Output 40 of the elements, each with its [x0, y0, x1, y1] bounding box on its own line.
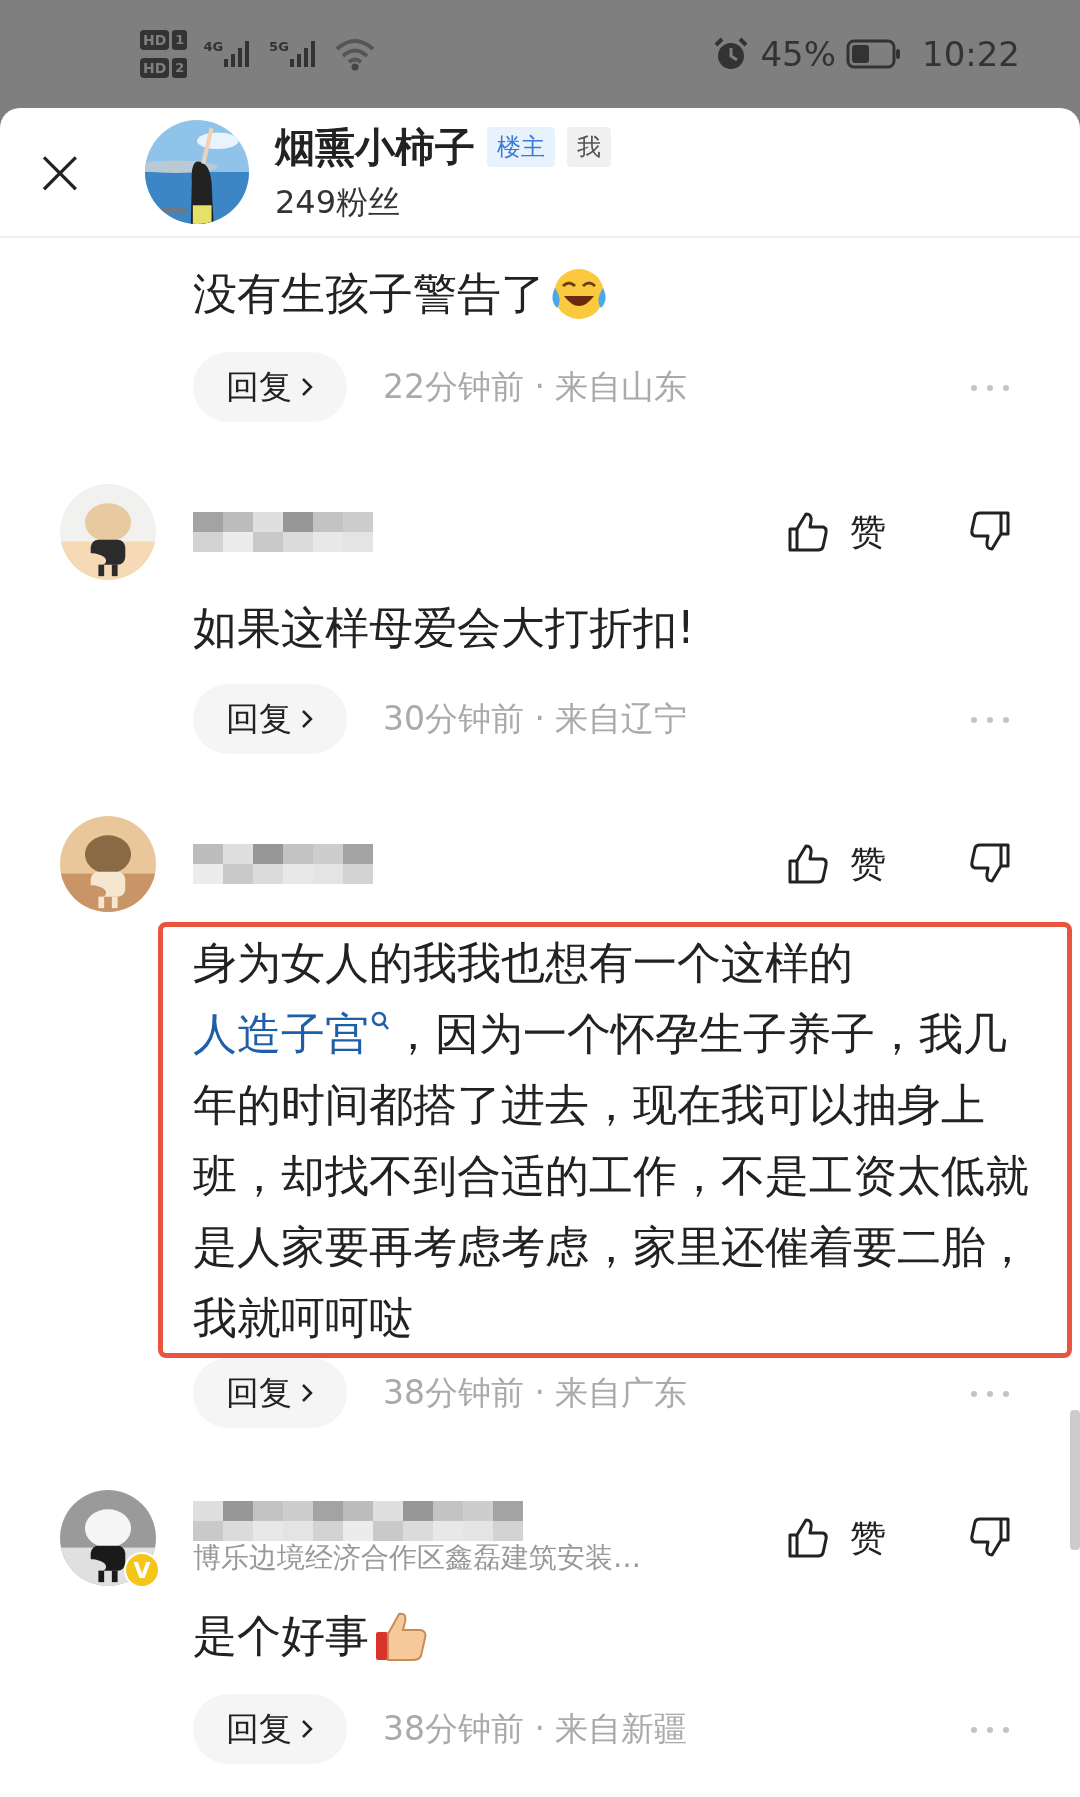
- more-icon: [970, 383, 1010, 392]
- like-button[interactable]: 赞: [786, 839, 886, 889]
- user-tag: 楼主: [487, 127, 555, 167]
- comment-text: 是个好事: [193, 1610, 369, 1662]
- follower-count: 249粉丝: [275, 181, 402, 223]
- comment-time-location: 38分钟前 · 来自新疆: [383, 1707, 688, 1750]
- reply-button[interactable]: 回复: [193, 684, 347, 754]
- thumbs-up-icon: [786, 510, 830, 554]
- comment-text: 没有生孩子警告了: [193, 268, 545, 320]
- reply-button[interactable]: 回复: [193, 352, 347, 422]
- comment-text: 身为女人的我我也想有一个这样的 人造子宫 ，因为一个怀孕生子养子，我几年的时间都搭了进去，现在我可以抽身上班，却找不到合适的工作，不是工资太低就是人家要再考虑考虑，家里还催着要二胎，我就呵呵哒: [193, 936, 1030, 1345]
- clock: 10:22: [922, 34, 1020, 74]
- more-icon: [970, 715, 1010, 724]
- chevron-right-icon: [300, 376, 314, 398]
- reply-button[interactable]: 回复: [193, 1694, 347, 1764]
- close-button[interactable]: ×: [0, 139, 120, 205]
- comment-time-location: 38分钟前 · 来自广东: [383, 1371, 688, 1414]
- chevron-right-icon: [300, 1382, 314, 1404]
- comment-time-location: 22分钟前 · 来自山东: [383, 365, 688, 408]
- network-label: 5G: [269, 39, 289, 54]
- user-tag: 我: [567, 127, 611, 167]
- thumbs-up-icon: [786, 1516, 830, 1560]
- reply-button[interactable]: 回复: [193, 1358, 347, 1428]
- comment-text: 如果这样母爱会大打折扣!: [193, 602, 695, 654]
- like-button[interactable]: 赞: [786, 507, 886, 557]
- user-description: 博乐边境经济合作区鑫磊建筑安装…: [193, 1540, 642, 1576]
- verified-badge: V: [124, 1552, 160, 1588]
- keyword-link[interactable]: 人造子宫: [193, 1008, 391, 1059]
- user-name: 烟熏小柿子: [275, 122, 475, 172]
- like-button[interactable]: 赞: [786, 1513, 886, 1563]
- more-icon: [970, 1389, 1010, 1398]
- thumbs-up-icon: [786, 842, 830, 886]
- battery-percent: 45%: [760, 34, 836, 74]
- chevron-right-icon: [300, 708, 314, 730]
- more-icon: [970, 1725, 1010, 1734]
- chevron-right-icon: [300, 1718, 314, 1740]
- battery-icon: [846, 39, 902, 69]
- network-label: 4G: [203, 39, 224, 54]
- comment-time-location: 30分钟前 · 来自辽宁: [383, 697, 688, 740]
- wifi-icon: [334, 37, 375, 71]
